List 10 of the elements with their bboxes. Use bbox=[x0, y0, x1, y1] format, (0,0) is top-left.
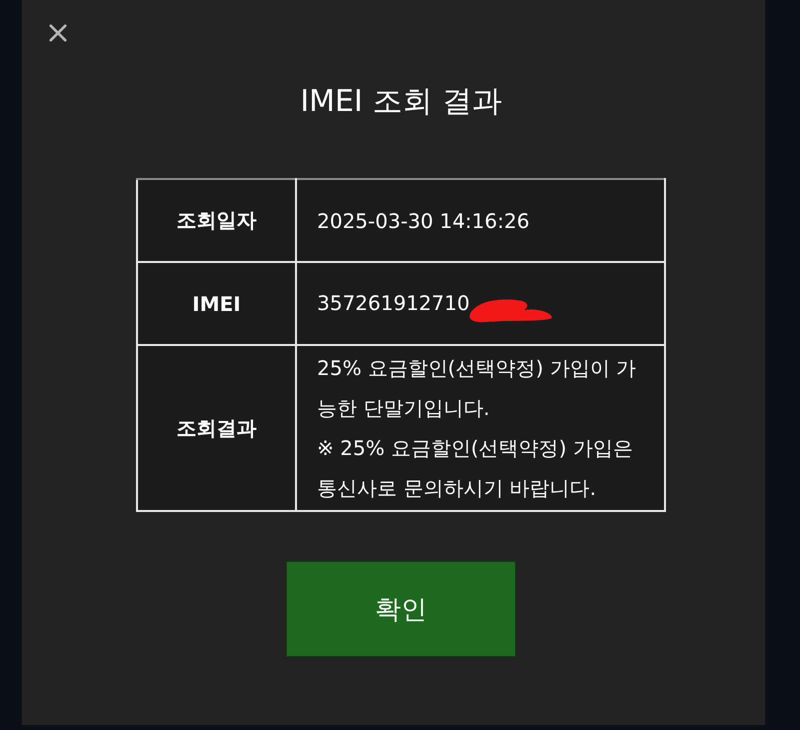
row-label: 조회결과 bbox=[137, 345, 296, 511]
row-value: 2025-03-30 14:16:26 bbox=[317, 208, 530, 232]
dialog-title: IMEI 조회 결과 bbox=[300, 83, 502, 121]
row-label: IMEI bbox=[137, 262, 296, 345]
confirm-button[interactable]: 확인 bbox=[286, 561, 516, 657]
close-icon[interactable] bbox=[49, 24, 67, 42]
row-value: 357261912710 bbox=[317, 291, 470, 315]
row-label: 조회일자 bbox=[137, 179, 296, 262]
row-value: 25% 요금할인(선택약정) 가입이 가능한 단말기입니다. bbox=[317, 356, 636, 420]
row-value: ※ 25% 요금할인(선택약정) 가입은 통신사로 문의하시기 바랍니다. bbox=[317, 436, 633, 500]
